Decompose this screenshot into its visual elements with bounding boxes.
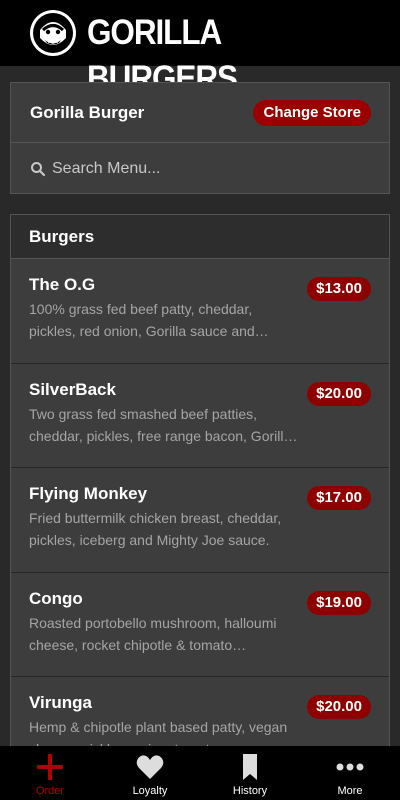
- tab-label: Loyalty: [132, 785, 168, 797]
- item-description: 100% grass fed beef patty, cheddar, pick…: [29, 301, 269, 339]
- price-badge: $13.00: [307, 277, 371, 301]
- item-description: Hemp & chipotle plant based patty, vegan…: [29, 719, 288, 746]
- tab-more[interactable]: More: [300, 746, 400, 800]
- menu-list: Burgers The O.G 100% grass fed beef patt…: [10, 214, 390, 746]
- menu-item[interactable]: Flying Monkey Fried buttermilk chicken b…: [11, 468, 389, 573]
- bookmark-icon: [243, 754, 257, 780]
- search-icon: [31, 161, 46, 176]
- price-badge: $19.00: [307, 590, 371, 615]
- heart-icon: [136, 755, 164, 779]
- item-description: Fried buttermilk chicken breast, cheddar…: [29, 510, 282, 548]
- more-dots-icon: [336, 763, 364, 771]
- store-name: Gorilla Burger: [30, 102, 145, 122]
- tab-label: History: [232, 785, 268, 797]
- tab-label: Order: [35, 785, 65, 797]
- price-badge: $17.00: [307, 486, 371, 510]
- search-input[interactable]: [52, 159, 372, 178]
- store-row: Gorilla Burger Change Store: [11, 83, 389, 143]
- search-row[interactable]: [11, 143, 389, 194]
- tab-order[interactable]: Order: [0, 746, 100, 800]
- app-header: GORILLA BURGERS: [0, 0, 400, 98]
- change-store-button[interactable]: Change Store: [253, 99, 371, 126]
- price-badge: $20.00: [307, 695, 371, 719]
- menu-item[interactable]: SilverBack Two grass fed smashed beef pa…: [11, 363, 389, 468]
- gorilla-logo-icon: [30, 10, 76, 56]
- store-card: Gorilla Burger Change Store: [10, 82, 390, 194]
- menu-item[interactable]: The O.G 100% grass fed beef patty, chedd…: [11, 259, 389, 364]
- price-badge: $20.00: [307, 381, 371, 406]
- plus-icon: [37, 754, 63, 780]
- item-description: Two grass fed smashed beef patties, ched…: [29, 405, 298, 444]
- menu-item[interactable]: Congo Roasted portobello mushroom, hallo…: [11, 572, 389, 677]
- item-description: Roasted portobello mushroom, halloumi ch…: [29, 614, 277, 653]
- menu-item[interactable]: Virunga Hemp & chipotle plant based patt…: [11, 677, 389, 746]
- tab-label: More: [337, 785, 363, 797]
- bottom-tab-bar: Order Loyalty History More: [0, 746, 400, 800]
- section-title: Burgers: [11, 215, 389, 259]
- tab-loyalty[interactable]: Loyalty: [100, 746, 200, 800]
- tab-history[interactable]: History: [200, 746, 300, 800]
